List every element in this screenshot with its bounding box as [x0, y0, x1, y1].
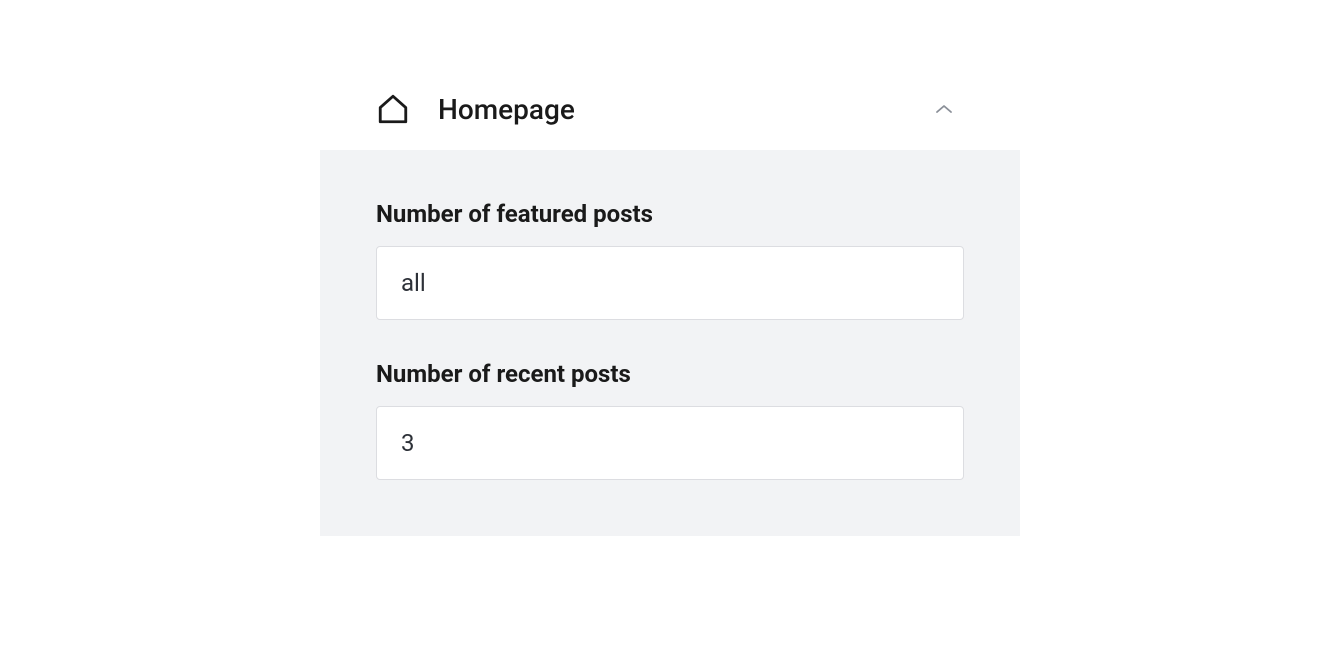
- recent-posts-input[interactable]: [376, 406, 964, 480]
- panel-title: Homepage: [438, 93, 934, 126]
- featured-posts-input[interactable]: [376, 246, 964, 320]
- home-icon: [376, 92, 410, 126]
- recent-posts-label: Number of recent posts: [376, 360, 964, 388]
- chevron-up-icon: [934, 99, 954, 119]
- panel-header[interactable]: Homepage: [320, 68, 1020, 150]
- recent-posts-field: Number of recent posts: [376, 360, 964, 480]
- featured-posts-field: Number of featured posts: [376, 200, 964, 320]
- homepage-settings-panel: Homepage Number of featured posts Number…: [320, 68, 1020, 536]
- featured-posts-label: Number of featured posts: [376, 200, 964, 228]
- panel-body: Number of featured posts Number of recen…: [320, 150, 1020, 536]
